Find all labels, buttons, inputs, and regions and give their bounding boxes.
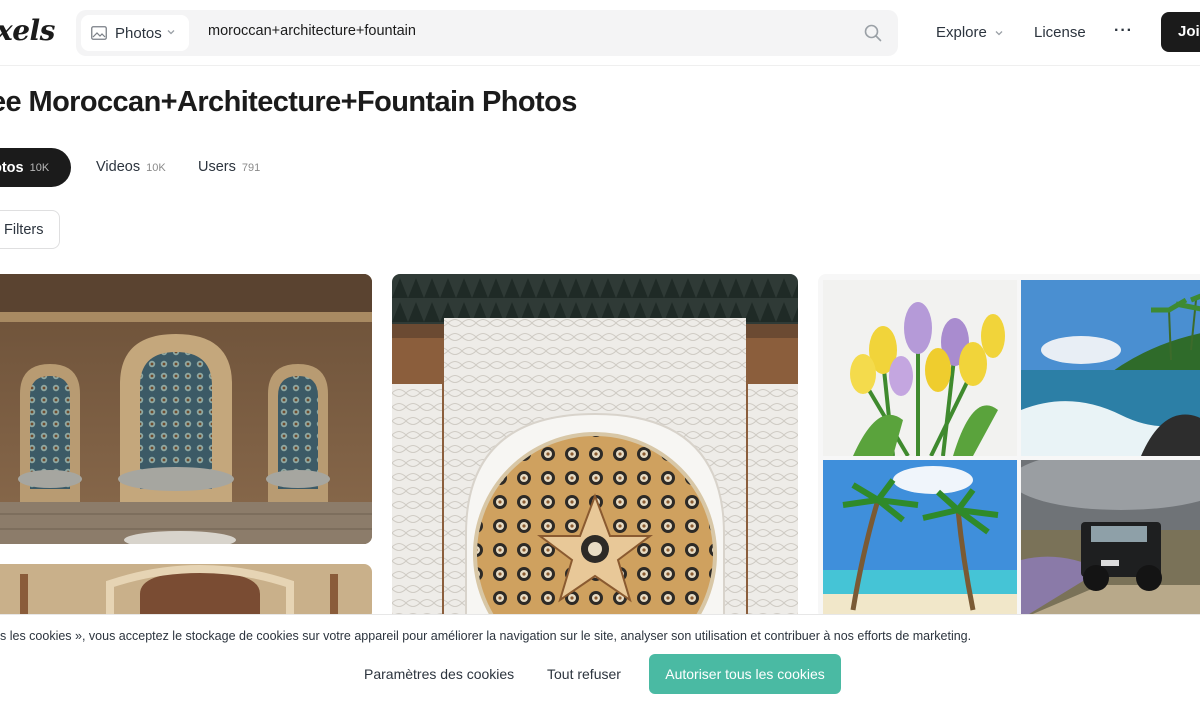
refuse-all-cookies-button[interactable]: Tout refuser <box>547 666 621 682</box>
photo-image <box>823 460 1017 619</box>
tab-users[interactable]: Users 791 <box>198 159 260 175</box>
tab-count: 10K <box>146 162 166 174</box>
more-menu-button[interactable]: ··· <box>1114 22 1133 40</box>
photo-moroccan-fountain-wall[interactable] <box>0 274 372 544</box>
site-logo[interactable]: xels <box>0 14 55 47</box>
tab-label: Users <box>198 159 236 175</box>
photo-white-zellige-fountain[interactable] <box>392 274 798 620</box>
explore-label: Explore <box>936 24 987 41</box>
image-icon <box>91 26 107 40</box>
tab-count: 791 <box>241 162 261 174</box>
sponsored-collage[interactable] <box>818 274 1200 619</box>
photo-image <box>392 274 798 620</box>
cookie-settings-button[interactable]: Paramètres des cookies <box>364 666 514 682</box>
cookie-banner: s les cookies », vous acceptez le stocka… <box>0 614 1200 708</box>
page-title: ee Moroccan+Architecture+Fountain Photos <box>0 86 577 118</box>
filters-button[interactable]: Filters <box>0 210 60 249</box>
offroad-car-photo <box>1021 460 1200 619</box>
photo-moroccan-arch[interactable] <box>0 564 372 620</box>
search-bar: Photos moroccan+architecture+fountain <box>76 10 898 56</box>
chevron-down-icon <box>167 30 175 35</box>
search-icon[interactable] <box>862 22 884 44</box>
photo-image <box>823 280 1017 456</box>
search-input[interactable]: moroccan+architecture+fountain <box>208 23 416 39</box>
cookie-consent-text: s les cookies », vous acceptez le stocka… <box>0 629 972 643</box>
join-button[interactable]: Join <box>1161 12 1200 52</box>
top-header: xels Photos moroccan+architecture+founta… <box>0 0 1200 66</box>
photo-image <box>1021 280 1200 456</box>
search-type-label: Photos <box>115 24 162 42</box>
ocean-coast-photo <box>1021 280 1200 456</box>
tab-count: 10K <box>29 161 50 174</box>
photo-image <box>0 564 372 620</box>
palm-beach-photo <box>823 460 1017 619</box>
photo-image <box>0 274 372 544</box>
tab-label: otos <box>0 159 24 176</box>
tulips-photo <box>823 280 1017 456</box>
explore-menu[interactable]: Explore <box>936 24 1005 41</box>
photo-image <box>1021 460 1200 619</box>
chevron-down-icon <box>995 30 1003 35</box>
license-link[interactable]: License <box>1034 24 1086 41</box>
tab-photos[interactable]: otos 10K <box>0 148 71 187</box>
accept-all-cookies-button[interactable]: Autoriser tous les cookies <box>649 654 841 694</box>
search-type-dropdown[interactable]: Photos <box>81 15 189 51</box>
tab-label: Videos <box>96 159 141 175</box>
tab-videos[interactable]: Videos 10K <box>96 159 166 175</box>
